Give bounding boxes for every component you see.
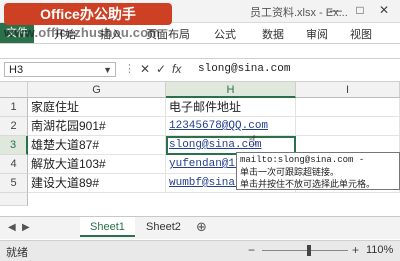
add-sheet-icon[interactable]: ⊕: [196, 219, 207, 235]
status-bar: 就绪 − + 110%: [0, 240, 400, 261]
next-sheet-icon[interactable]: ▶: [22, 222, 30, 233]
zoom-out-button[interactable]: −: [248, 243, 255, 257]
cell-g4[interactable]: 解放大道103#: [28, 155, 166, 174]
tooltip-url: mailto:slong@sina.com -: [240, 155, 365, 165]
row-header-6[interactable]: [0, 193, 28, 206]
row-header-1[interactable]: 1: [0, 98, 28, 117]
close-button[interactable]: ✕: [374, 2, 394, 18]
cell-i1[interactable]: [296, 98, 400, 117]
watermark-badge: Office办公助手: [4, 3, 172, 25]
zoom-slider-thumb[interactable]: [307, 245, 312, 256]
row-header-2[interactable]: 2: [0, 117, 28, 136]
hyperlink-tooltip: mailto:slong@sina.com - 单击一次可跟踪超链接。 单击并按…: [236, 152, 400, 190]
minimize-button[interactable]: —: [326, 2, 346, 18]
formula-bar: H3 ▼ ⋮ ✕ ✓ fx slong@sina.com: [0, 58, 400, 82]
watermark-url: www.officezhushou.com: [4, 25, 161, 40]
cell-h2-hyperlink[interactable]: 12345678@QQ.com: [166, 117, 296, 136]
sheet-tab-sheet1[interactable]: Sheet1: [80, 217, 135, 237]
column-header-g[interactable]: G: [28, 82, 166, 98]
tab-formulas[interactable]: 公式: [214, 26, 236, 42]
cell-h1[interactable]: 电子邮件地址: [166, 98, 296, 117]
row-header-4[interactable]: 4: [0, 155, 28, 174]
tooltip-line-select: 单击并按住不放可选择此单元格。: [240, 179, 376, 189]
select-all-corner[interactable]: [0, 82, 28, 98]
cell-g1[interactable]: 家庭住址: [28, 98, 166, 117]
row-header-5[interactable]: 5: [0, 174, 28, 193]
tab-view[interactable]: 视图: [350, 26, 372, 42]
formula-bar-separator: ⋮: [124, 63, 141, 75]
formula-input[interactable]: slong@sina.com: [198, 63, 290, 75]
zoom-in-button[interactable]: +: [352, 243, 359, 257]
column-header-h[interactable]: H: [166, 82, 296, 98]
cell-g2[interactable]: 南湖花园901#: [28, 117, 166, 136]
insert-function-icon[interactable]: fx: [172, 62, 181, 76]
enter-icon[interactable]: ✓: [156, 62, 166, 76]
prev-sheet-icon[interactable]: ◀: [8, 222, 16, 233]
cell-i2[interactable]: [296, 117, 400, 136]
hand-pointer-icon: ☝: [248, 132, 257, 148]
tab-review[interactable]: 审阅: [306, 26, 328, 42]
cell-g3[interactable]: 雄楚大道87#: [28, 136, 166, 155]
tooltip-line-follow: 单击一次可跟踪超链接。: [240, 167, 340, 177]
row-header-3[interactable]: 3: [0, 136, 28, 155]
name-box-value: H3: [9, 64, 24, 76]
zoom-level[interactable]: 110%: [366, 244, 393, 256]
chevron-down-icon[interactable]: ▼: [103, 63, 112, 78]
zoom-slider-track[interactable]: [262, 250, 348, 251]
tab-data[interactable]: 数据: [262, 26, 284, 42]
column-header-i[interactable]: I: [296, 82, 400, 98]
maximize-button[interactable]: □: [350, 2, 370, 18]
sheet-tab-bar: ◀ ▶ Sheet1 Sheet2 ⊕: [0, 216, 400, 239]
cancel-icon[interactable]: ✕: [140, 62, 150, 76]
cell-g5[interactable]: 建设大道89#: [28, 174, 166, 193]
name-box[interactable]: H3 ▼: [4, 62, 116, 77]
status-text: 就绪: [6, 247, 28, 259]
sheet-tab-sheet2[interactable]: Sheet2: [136, 217, 191, 237]
